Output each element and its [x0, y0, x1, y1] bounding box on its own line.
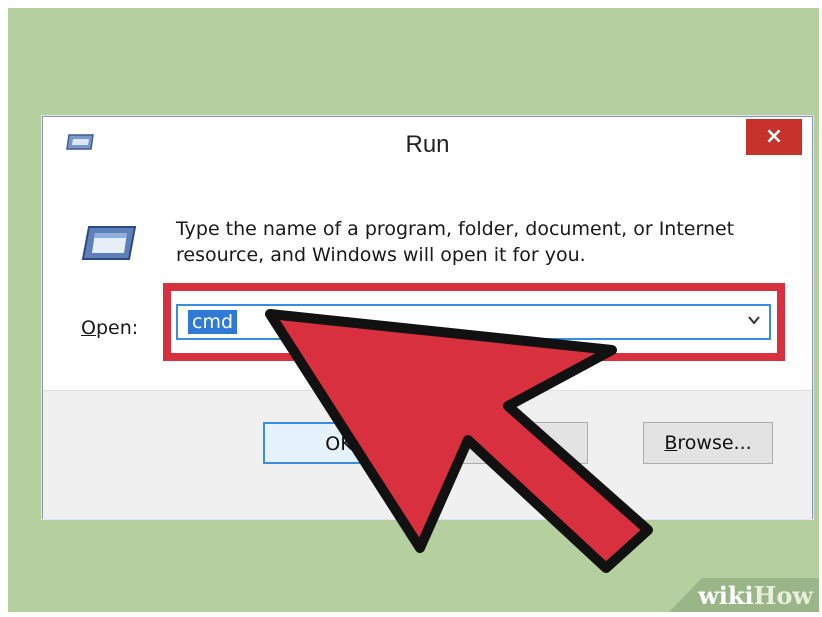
open-label-mnemonic: O [81, 317, 96, 339]
wikihow-watermark: wikiHow [698, 581, 813, 610]
description-line-2: resource, and Windows will open it for y… [176, 244, 586, 266]
close-button[interactable]: × [746, 119, 802, 155]
chevron-down-icon[interactable] [747, 312, 761, 331]
cancel-button[interactable]: Cancel [435, 422, 588, 464]
screenshot-canvas: Run × Type the name of a program, folder… [8, 8, 819, 612]
open-input-value[interactable]: cmd [188, 310, 238, 334]
run-dialog: Run × Type the name of a program, folder… [42, 116, 813, 519]
open-input[interactable]: cmd [176, 304, 771, 340]
window-title: Run [405, 131, 450, 158]
open-label: Open: [81, 317, 138, 339]
chevron-down-icon-glyph [748, 316, 760, 325]
open-label-text: pen: [95, 317, 139, 339]
description-text: Type the name of a program, folder, docu… [176, 216, 786, 268]
watermark-part-1: wiki [698, 581, 754, 610]
browse-mnemonic: B [664, 432, 678, 454]
browse-label: rowse... [677, 432, 752, 454]
close-icon: × [764, 124, 784, 149]
description-line-1: Type the name of a program, folder, docu… [176, 218, 735, 240]
browse-button[interactable]: Browse... [643, 422, 773, 464]
button-bar: OK Cancel Browse... [43, 390, 812, 519]
watermark-part-2: How [753, 581, 813, 610]
run-app-icon [81, 226, 137, 260]
title-bar: Run × [43, 117, 812, 175]
ok-button[interactable]: OK [263, 422, 415, 464]
